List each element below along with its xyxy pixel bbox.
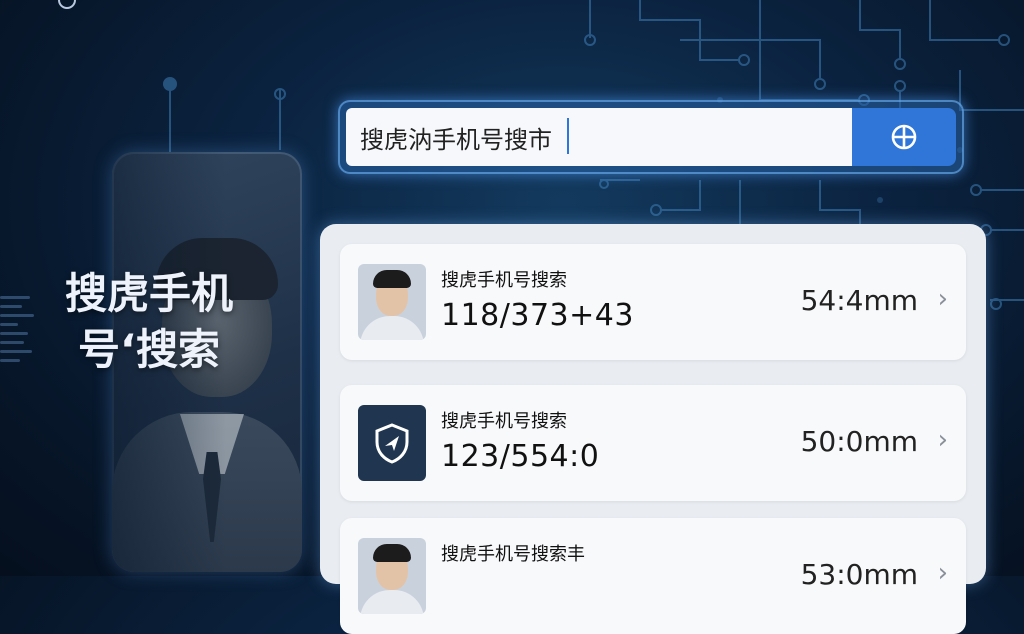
chevron-right-icon: › [937,558,948,588]
result-item[interactable]: 搜虎手机号搜索 123/554:0 50:0mm › [340,385,966,501]
result-time: 53:0mm [800,558,918,591]
results-panel: 搜虎手机号搜索 118/373+43 54:4mm › 搜虎手机号搜索 123/… [320,224,986,634]
result-value: 123/554:0 [441,439,600,474]
search-button[interactable] [852,108,956,166]
shield-icon [375,423,409,464]
avatar [358,538,426,614]
search-input[interactable] [346,108,852,166]
left-edge-bars [0,290,40,368]
result-title: 搜虎手机号搜索丰 [441,544,585,565]
crosshair-search-icon [891,124,917,150]
result-title: 搜虎手机号搜索 [441,411,567,432]
avatar-hair [373,270,411,288]
result-item[interactable]: 搜虎手机号搜索 118/373+43 54:4mm › [340,244,966,360]
result-value: 118/373+43 [441,298,634,333]
result-title: 搜虎手机号搜索 [441,270,567,291]
result-time: 50:0mm [800,425,918,458]
shield-icon-tile [358,405,426,481]
avatar-body [360,316,424,340]
avatar [358,264,426,340]
avatar-hair [373,544,411,562]
top-logo [58,0,84,10]
result-item[interactable]: 搜虎手机号搜索丰 53:0mm › [340,518,966,634]
chevron-right-icon: › [937,284,948,314]
result-time: 54:4mm [800,284,918,317]
hero-title: 搜虎手机号‘搜索 [64,269,233,374]
avatar-body [360,590,424,614]
chevron-right-icon: › [937,425,948,455]
text-cursor [567,118,569,154]
logo-icon [58,0,76,9]
search-bar [338,100,964,174]
